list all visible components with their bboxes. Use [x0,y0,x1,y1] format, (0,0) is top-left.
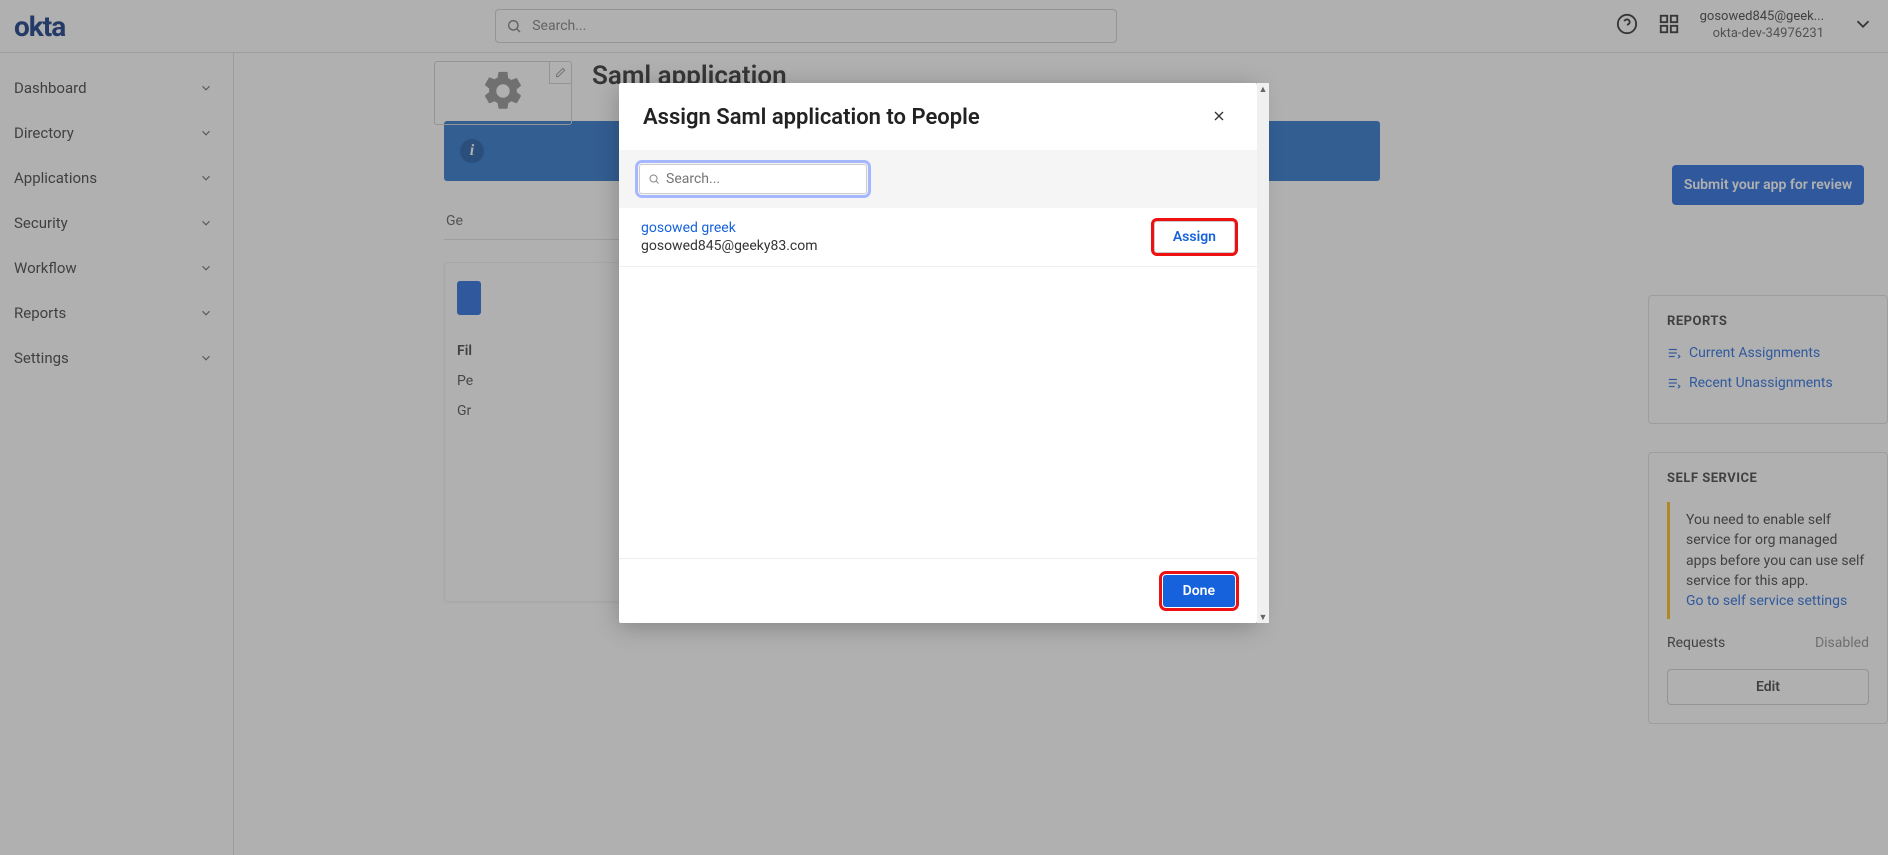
close-icon [1211,108,1227,124]
person-row: gosowed greek gosowed845@geeky83.com Ass… [619,208,1257,267]
search-icon [648,173,660,185]
assign-people-modal: Assign Saml application to People gosowe… [619,83,1257,623]
done-button[interactable]: Done [1163,575,1235,607]
close-button[interactable] [1211,108,1227,128]
modal-scrollbar[interactable]: ▲ ▼ [1257,83,1269,623]
scroll-down-icon[interactable]: ▼ [1257,611,1269,623]
assign-button[interactable]: Assign [1154,221,1235,253]
person-email: gosowed845@geeky83.com [641,238,818,254]
modal-search-input[interactable] [666,171,858,187]
modal-search[interactable] [639,164,867,194]
person-name-link[interactable]: gosowed greek [641,220,818,236]
scroll-up-icon[interactable]: ▲ [1257,83,1269,95]
modal-overlay: Assign Saml application to People gosowe… [0,0,1888,855]
modal-title: Assign Saml application to People [643,105,980,130]
